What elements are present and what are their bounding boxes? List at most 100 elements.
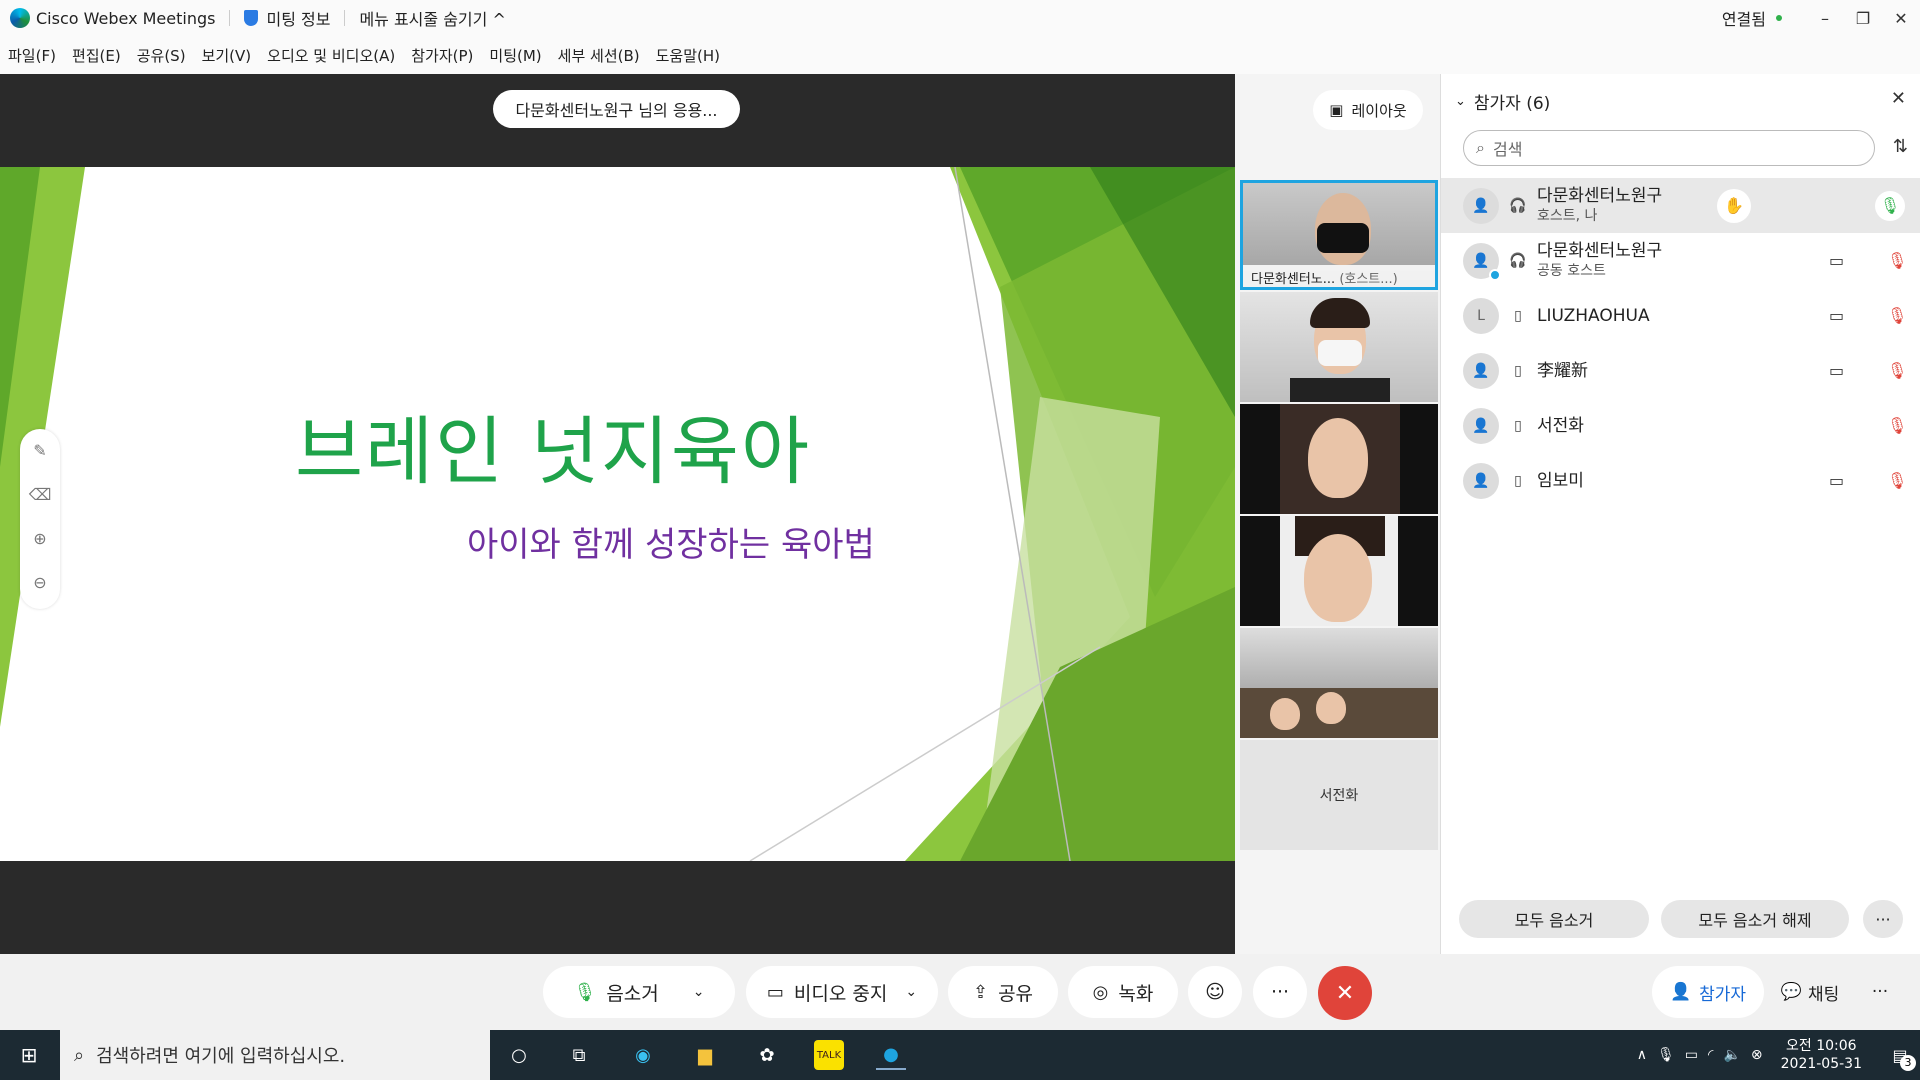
ime-icon[interactable]: ⊗ — [1751, 1047, 1763, 1063]
collapse-chevron-icon[interactable]: ⌄ — [1455, 94, 1466, 109]
video-tile[interactable] — [1240, 292, 1438, 402]
participant-row[interactable]: 👤 ▯ 임보미 ▭ 🎙 — [1441, 453, 1920, 508]
participant-row[interactable]: L ▯ LIUZHAOHUA ▭ 🎙 — [1441, 288, 1920, 343]
participant-role: 공동 호스트 — [1537, 262, 1606, 279]
participants-tab-button[interactable]: 👤 참가자 — [1652, 966, 1764, 1018]
taskbar-search-input[interactable]: ⌕ 검색하려면 여기에 입력하십시오. — [60, 1030, 490, 1080]
pen-icon[interactable]: ✎ — [20, 429, 60, 473]
reactions-button[interactable]: ☺ — [1188, 966, 1242, 1018]
search-placeholder: 검색 — [1492, 140, 1523, 159]
edge-browser-icon[interactable]: ◉ — [628, 1040, 658, 1070]
video-camera-icon[interactable]: ▭ — [1829, 251, 1844, 270]
raise-hand-icon[interactable]: ✋ — [1717, 188, 1751, 223]
layout-label: 레이아웃 — [1351, 101, 1407, 120]
volume-icon[interactable]: 🔈 — [1723, 1047, 1740, 1063]
more-button[interactable]: ··· — [1253, 966, 1307, 1018]
notifications-icon[interactable]: ▤ 3 — [1880, 1046, 1920, 1071]
mic-muted-icon[interactable]: 🎙 — [1887, 306, 1907, 325]
video-tile[interactable] — [1240, 516, 1438, 626]
video-tile-host[interactable]: 다문화센터노... (호스트...) — [1240, 180, 1438, 290]
chat-icon: 💬 — [1780, 982, 1802, 1002]
mic-active-icon[interactable]: 🎙 — [1875, 190, 1905, 221]
file-explorer-icon[interactable]: ▆ — [690, 1040, 720, 1070]
clock-date: 2021-05-31 — [1780, 1056, 1862, 1072]
menu-audio-video[interactable]: 오디오 및 비디오(A) — [267, 45, 395, 66]
participants-label: 참가자 — [1699, 984, 1747, 1005]
unmute-all-button[interactable]: 모두 음소거 해제 — [1661, 900, 1849, 938]
chevron-down-icon[interactable]: ⌄ — [693, 984, 705, 1000]
paint-icon[interactable]: ✿ — [752, 1040, 782, 1070]
meeting-info-button[interactable]: 미팅 정보 — [266, 6, 330, 30]
menu-meeting[interactable]: 미팅(M) — [489, 45, 541, 66]
battery-icon[interactable]: ▭ — [1685, 1047, 1698, 1063]
panel-title: 참가자 (6) — [1473, 93, 1551, 114]
person-icon: 👤 — [1463, 352, 1499, 389]
menu-view[interactable]: 보기(V) — [202, 45, 252, 66]
task-view-icon[interactable]: ⧉ — [564, 1040, 594, 1070]
chat-button[interactable]: 💬 채팅 — [1770, 966, 1850, 1018]
sharing-banner[interactable]: 다문화센터노원구 님의 응용... — [493, 90, 740, 128]
menu-share[interactable]: 공유(S) — [137, 45, 186, 66]
zoom-out-icon[interactable]: ⊖ — [20, 561, 60, 605]
zoom-in-icon[interactable]: ⊕ — [20, 517, 60, 561]
webex-taskbar-icon[interactable]: ● — [876, 1040, 906, 1070]
person-icon: 👤 — [1463, 242, 1501, 281]
participant-video — [1308, 418, 1368, 498]
slide-subtitle: 아이와 함께 성장하는 육아법 — [467, 525, 875, 565]
menu-breakout[interactable]: 세부 세션(B) — [558, 45, 640, 66]
search-icon: ⌕ — [74, 1044, 85, 1066]
participant-row[interactable]: 👤 🎧 다문화센터노원구 공동 호스트 ▭ 🎙 — [1441, 233, 1920, 288]
annotation-toolbar: ✎ ⌫ ⊕ ⊖ — [20, 429, 60, 609]
stop-video-label: 비디오 중지 — [793, 982, 888, 1005]
clock[interactable]: 오전 10:06 2021-05-31 — [1781, 1037, 1862, 1073]
sort-icon[interactable]: ⇅ — [1893, 136, 1908, 157]
eraser-icon[interactable]: ⌫ — [20, 473, 60, 517]
video-camera-icon[interactable]: ▭ — [1829, 471, 1844, 490]
stop-video-button[interactable]: ▭ 비디오 중지 ⌄ — [746, 966, 938, 1018]
close-window-icon[interactable]: ✕ — [1882, 9, 1920, 28]
video-tile[interactable] — [1240, 628, 1438, 738]
mic-muted-icon[interactable]: 🎙 — [1887, 361, 1907, 380]
video-tile[interactable] — [1240, 404, 1438, 514]
mic-muted-icon[interactable]: 🎙 — [1887, 251, 1907, 270]
wifi-icon[interactable]: ◜ — [1708, 1047, 1713, 1063]
cortana-icon[interactable]: ○ — [504, 1040, 534, 1070]
windows-start-icon[interactable]: ⊞ — [14, 1040, 44, 1070]
more-panels-button[interactable]: ··· — [1860, 966, 1900, 1018]
kakaotalk-icon[interactable]: TALK — [814, 1040, 844, 1070]
video-camera-icon[interactable]: ▭ — [1829, 361, 1844, 380]
taskbar-search-placeholder: 검색하려면 여기에 입력하십시오. — [96, 1046, 346, 1067]
chevron-down-icon[interactable]: ⌄ — [905, 984, 917, 1000]
mic-muted-icon[interactable]: 🎙 — [1887, 471, 1907, 490]
chevron-up-icon[interactable]: ∧ — [1637, 1047, 1647, 1063]
participant-list: 👤 🎧 다문화센터노원구 호스트, 나 ✋ 🎙 👤 🎧 다문화센터노원구 공동 … — [1441, 178, 1920, 508]
menu-help[interactable]: 도움말(H) — [656, 45, 720, 66]
chat-label: 채팅 — [1807, 984, 1840, 1005]
minimize-icon[interactable]: – — [1806, 9, 1844, 28]
share-button[interactable]: ⇪ 공유 — [948, 966, 1058, 1018]
menu-toggle-button[interactable]: 메뉴 표시줄 숨기기 ^ — [359, 6, 505, 30]
mic-muted-icon[interactable]: 🎙 — [1887, 416, 1907, 435]
leave-meeting-button[interactable]: ✕ — [1318, 966, 1372, 1020]
mute-button[interactable]: 🎙 음소거 ⌄ — [543, 966, 735, 1018]
shield-icon — [244, 10, 259, 26]
participant-row[interactable]: 👤 ▯ 서전화 🎙 — [1441, 398, 1920, 453]
microphone-icon[interactable]: 🎙 — [1657, 1047, 1675, 1063]
more-options-icon[interactable]: ··· — [1863, 900, 1903, 938]
participant-name: 다문화센터노원구 호스트, 나 — [1537, 185, 1663, 224]
menu-participants[interactable]: 참가자(P) — [411, 45, 473, 66]
menu-file[interactable]: 파일(F) — [8, 45, 56, 66]
mute-all-button[interactable]: 모두 음소거 — [1459, 900, 1649, 938]
video-tile-no-video[interactable]: 서전화 — [1240, 740, 1438, 850]
restore-icon[interactable]: ❐ — [1844, 9, 1882, 28]
participant-name: 임보미 — [1537, 470, 1584, 491]
participant-row[interactable]: 👤 ▯ 李耀新 ▭ 🎙 — [1441, 343, 1920, 398]
participant-row[interactable]: 👤 🎧 다문화센터노원구 호스트, 나 ✋ 🎙 — [1441, 178, 1920, 233]
participant-search-input[interactable]: ⌕ 검색 — [1463, 130, 1875, 166]
slide-decoration — [0, 167, 1235, 861]
video-camera-icon[interactable]: ▭ — [1829, 306, 1844, 325]
record-button[interactable]: ◎ 녹화 — [1068, 966, 1178, 1018]
close-panel-icon[interactable]: ✕ — [1891, 88, 1906, 109]
menu-edit[interactable]: 편집(E) — [72, 45, 121, 66]
layout-button[interactable]: ▣ 레이아웃 — [1313, 90, 1423, 130]
